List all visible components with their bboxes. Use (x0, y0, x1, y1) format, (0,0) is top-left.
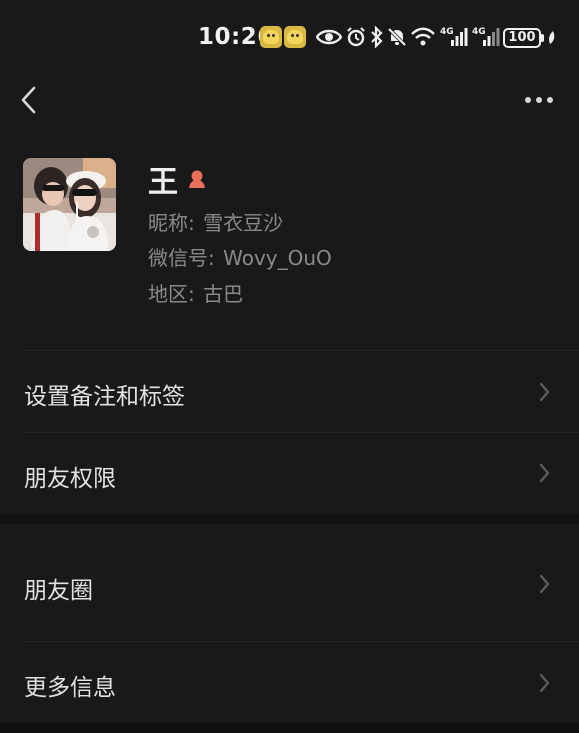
signal-icon (451, 28, 468, 46)
chevron-right-icon (539, 574, 550, 594)
bluetooth-icon (371, 26, 383, 48)
mute-icon (387, 27, 407, 47)
chevron-right-icon (539, 673, 550, 693)
moments-row[interactable]: 朋友圈 (0, 524, 579, 641)
emoji-sticker-icon (284, 26, 306, 48)
eye-icon (316, 29, 342, 45)
remarks-tags-label: 设置备注和标签 (24, 384, 185, 410)
back-button[interactable] (14, 82, 44, 118)
contact-profile-page: 10:26 4G 4G 100 王 昵称: 雪衣豆沙 微信号: Wovy_OuO… (0, 0, 579, 733)
nickname-label: 昵称: (148, 211, 195, 235)
chevron-right-icon (539, 463, 550, 483)
region-label: 地区: (148, 282, 195, 306)
region-line: 地区: 古巴 (148, 278, 243, 307)
wechat-id-line: 微信号: Wovy_OuO (148, 242, 332, 271)
nickname-line: 昵称: 雪衣豆沙 (148, 207, 283, 236)
alarm-icon (347, 27, 365, 47)
more-info-row[interactable]: 更多信息 (0, 642, 579, 723)
avatar[interactable] (23, 158, 116, 251)
wechat-id-value: Wovy_OuO (223, 246, 332, 270)
battery-icon: 100 (503, 28, 541, 48)
more-options-button[interactable] (520, 86, 560, 114)
female-icon (189, 170, 205, 188)
remarks-tags-row[interactable]: 设置备注和标签 (0, 351, 579, 432)
region-value: 古巴 (203, 282, 244, 306)
battery-tip (541, 34, 544, 42)
nickname-value: 雪衣豆沙 (203, 211, 284, 235)
battery-level: 100 (508, 30, 536, 45)
name-row: 王 (148, 160, 208, 200)
emoji-sticker-icon (260, 26, 282, 48)
wechat-id-label: 微信号: (148, 246, 215, 270)
signal-icon (483, 28, 500, 46)
chevron-right-icon (539, 382, 550, 402)
moments-label: 朋友圈 (24, 578, 93, 604)
friend-permissions-row[interactable]: 朋友权限 (0, 433, 579, 514)
profile-name: 王 (148, 165, 178, 200)
wifi-icon (411, 27, 435, 46)
section-gap (0, 723, 579, 733)
friend-permissions-label: 朋友权限 (24, 466, 116, 492)
more-info-label: 更多信息 (24, 675, 116, 701)
charging-icon (549, 31, 555, 44)
status-bar: 10:26 4G 4G 100 (0, 22, 579, 56)
section-gap (0, 514, 579, 524)
